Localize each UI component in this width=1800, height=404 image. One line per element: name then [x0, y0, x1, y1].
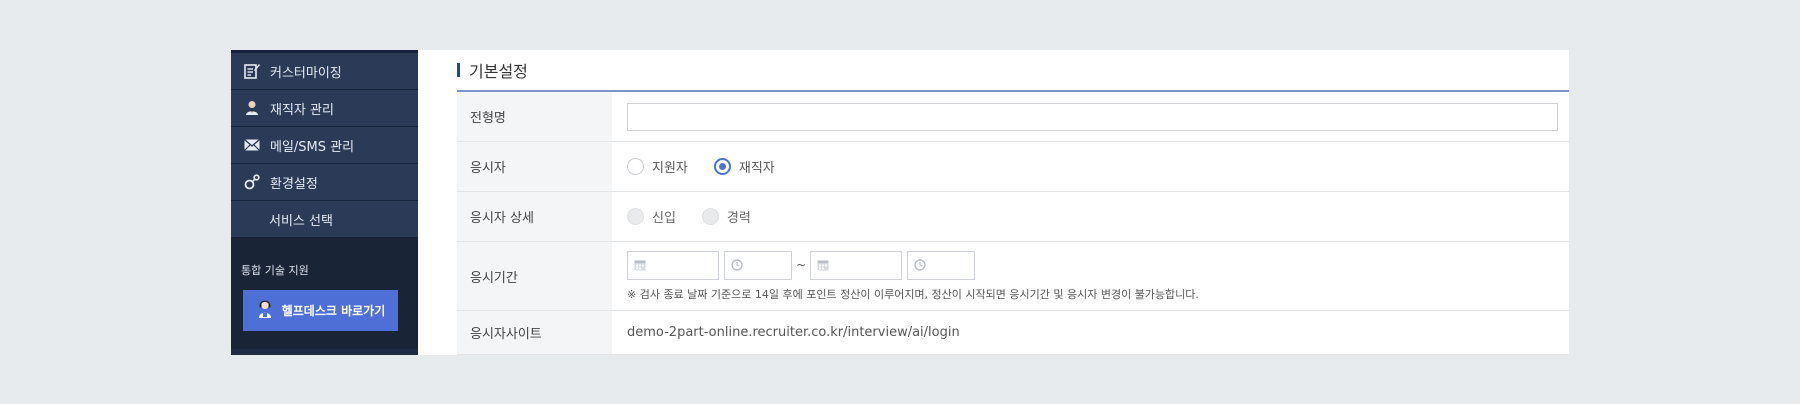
applicant-label: 응시자	[457, 142, 612, 191]
exam-name-input[interactable]	[627, 102, 1558, 131]
form-row-name: 전형명	[457, 92, 1569, 142]
sidebar-item-label: 메일/SMS 관리	[270, 139, 355, 155]
edit-document-icon	[242, 61, 262, 81]
sidebar-item-customizing[interactable]: 커스터마이징	[231, 53, 418, 90]
period-note: ※ 검사 종료 날짜 기준으로 14일 후에 포인트 정산이 이루어지며, 정산…	[627, 287, 1199, 301]
sidebar: 커스터마이징 재직자 관리 메일/SMS 관리 환경설정 서비스 선택 통합 기…	[231, 50, 418, 355]
radio-detail-experienced[interactable]: 경력	[701, 207, 751, 226]
start-time-input[interactable]	[724, 250, 792, 280]
radio-circle[interactable]	[627, 158, 644, 175]
form-row-applicant: 응시자 지원자 재직자	[457, 142, 1569, 192]
end-time-input[interactable]	[907, 250, 976, 280]
clock-icon	[914, 259, 926, 271]
period-separator: ~	[796, 258, 807, 272]
helpdesk-button-label: 헬프데스크 바로가기	[281, 304, 386, 318]
support-agent-icon	[256, 299, 274, 322]
applicant-detail-label: 응시자 상세	[457, 192, 612, 241]
start-date-input[interactable]	[627, 250, 719, 280]
mail-icon	[242, 135, 262, 155]
radio-label: 경력	[726, 211, 751, 226]
sidebar-item-label: 환경설정	[270, 176, 318, 192]
clock-icon	[731, 259, 743, 271]
radio-label: 재직자	[738, 161, 775, 176]
basic-settings-form: 전형명 응시자 지원자 재직자 응시자 상세 신입 경력 응시기간 ~ ※ 검사…	[457, 90, 1569, 355]
sidebar-item-label: 서비스 선택	[269, 213, 333, 229]
calendar-icon	[634, 260, 646, 271]
name-label: 전형명	[457, 92, 612, 141]
radio-applicant-candidate[interactable]: 지원자	[627, 157, 688, 176]
sidebar-item-label: 커스터마이징	[270, 65, 342, 81]
radio-circle-disabled[interactable]	[627, 208, 644, 225]
helpdesk-button[interactable]: 헬프데스크 바로가기	[243, 290, 398, 331]
calendar-icon	[817, 260, 829, 271]
applicant-site-url[interactable]: demo-2part-online.recruiter.co.kr/interv…	[627, 325, 960, 340]
settings-icon	[242, 172, 262, 192]
tech-support-section: 통합 기술 지원 헬프데스크 바로가기	[231, 238, 418, 349]
main-content: 기본설정 전형명 응시자 지원자 재직자 응시자 상세 신입 경력 응시기간 ~…	[418, 50, 1569, 355]
sidebar-item-employees[interactable]: 재직자 관리	[231, 90, 418, 127]
radio-applicant-employee[interactable]: 재직자	[713, 157, 775, 176]
form-row-period: 응시기간 ~ ※ 검사 종료 날짜 기준으로 14일 후에 포인트 정산이 이루…	[457, 242, 1569, 311]
section-title-bar	[457, 63, 460, 77]
form-row-applicant-detail: 응시자 상세 신입 경력	[457, 192, 1569, 242]
sidebar-item-mail-sms[interactable]: 메일/SMS 관리	[231, 127, 418, 164]
tech-support-label: 통합 기술 지원	[241, 264, 309, 277]
form-row-site: 응시자사이트 demo-2part-online.recruiter.co.kr…	[457, 311, 1569, 355]
radio-label: 신입	[652, 211, 676, 226]
radio-detail-new[interactable]: 신입	[627, 207, 676, 226]
sidebar-item-service-select[interactable]: 서비스 선택	[231, 201, 418, 238]
sidebar-item-label: 재직자 관리	[270, 102, 334, 118]
site-label: 응시자사이트	[457, 311, 612, 354]
period-label: 응시기간	[457, 242, 612, 310]
section-title: 기본설정	[469, 62, 528, 81]
radio-circle-checked[interactable]	[713, 158, 731, 175]
sidebar-item-settings[interactable]: 환경설정	[231, 164, 418, 201]
radio-label: 지원자	[652, 161, 688, 176]
end-date-input[interactable]	[810, 250, 903, 280]
section-header: 기본설정	[418, 50, 1569, 90]
person-icon	[242, 98, 262, 118]
radio-circle-disabled[interactable]	[701, 208, 719, 225]
